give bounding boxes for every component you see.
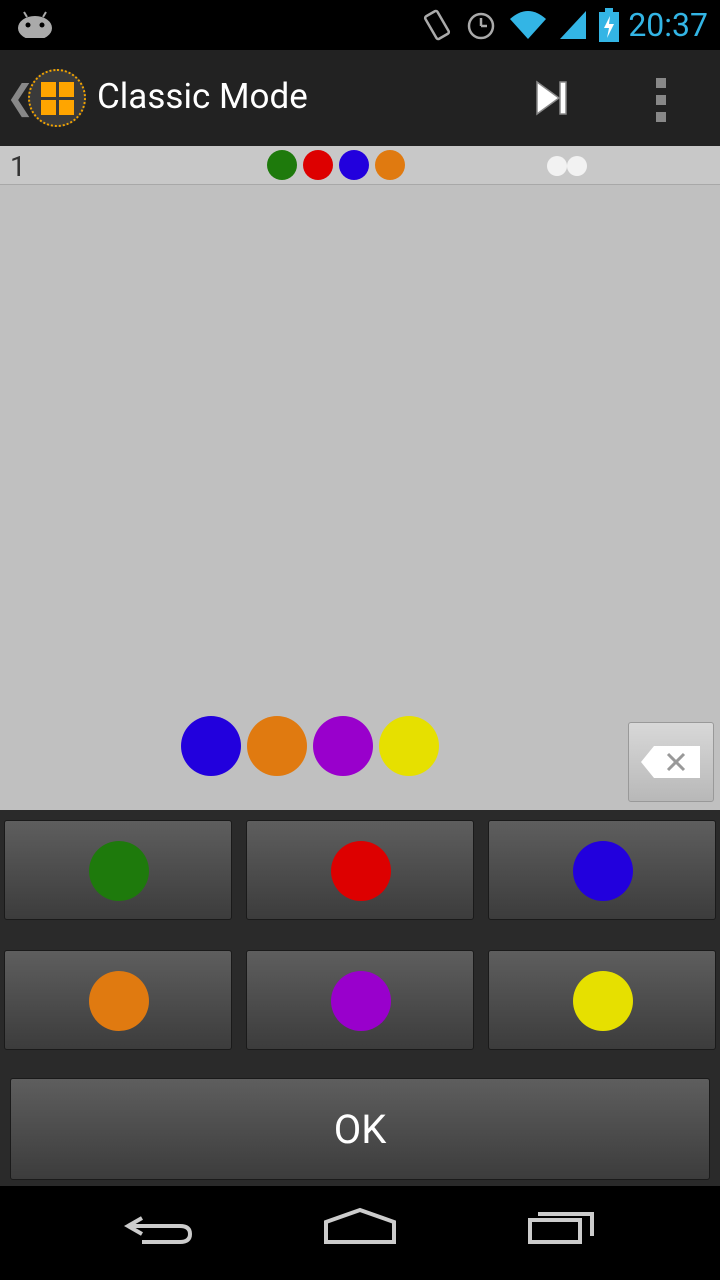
color-button-blue[interactable]	[488, 820, 716, 920]
back-icon[interactable]	[124, 1206, 196, 1256]
color-button-orange[interactable]	[4, 950, 232, 1050]
wifi-icon	[510, 11, 546, 39]
blue-peg-icon	[573, 841, 633, 901]
action-bar: ❮ Classic Mode	[0, 50, 720, 148]
battery-charging-icon	[599, 8, 619, 42]
backspace-icon	[641, 746, 700, 778]
status-bar: 20:37	[0, 0, 720, 50]
green-peg-icon	[89, 841, 149, 901]
status-icons	[420, 8, 620, 42]
guess-peg	[339, 150, 369, 180]
orange-peg-icon	[89, 971, 149, 1031]
feedback-peg-white	[547, 156, 567, 176]
skip-next-icon[interactable]	[533, 80, 569, 116]
color-button-yellow[interactable]	[488, 950, 716, 1050]
backspace-button[interactable]	[628, 722, 714, 802]
current-guess-peg[interactable]	[181, 716, 241, 776]
guess-peg	[267, 150, 297, 180]
color-button-green[interactable]	[4, 820, 232, 920]
color-picker-panel: OK	[0, 810, 720, 1186]
android-notification-icon	[18, 11, 52, 38]
recent-apps-icon[interactable]	[526, 1206, 598, 1256]
guess-peg	[303, 150, 333, 180]
history-row: 1	[0, 146, 720, 185]
app-logo-icon[interactable]	[28, 69, 86, 127]
current-guess-peg[interactable]	[247, 716, 307, 776]
alarm-icon	[467, 12, 495, 40]
current-guess-peg[interactable]	[379, 716, 439, 776]
purple-peg-icon	[331, 971, 391, 1031]
home-icon[interactable]	[322, 1206, 398, 1256]
guess-peg	[375, 150, 405, 180]
signal-icon	[560, 11, 586, 39]
vibrate-icon	[423, 9, 451, 41]
clock: 20:37	[628, 6, 708, 44]
page-title: Classic Mode	[97, 76, 308, 117]
system-nav-bar	[0, 1186, 720, 1280]
game-board: 1	[0, 146, 720, 810]
color-button-red[interactable]	[246, 820, 474, 920]
ok-button[interactable]: OK	[10, 1078, 710, 1180]
yellow-peg-icon	[573, 971, 633, 1031]
feedback-peg-white	[567, 156, 587, 176]
current-guess-peg[interactable]	[313, 716, 373, 776]
overflow-menu-icon[interactable]	[654, 78, 668, 122]
red-peg-icon	[331, 841, 391, 901]
color-button-purple[interactable]	[246, 950, 474, 1050]
row-number: 1	[10, 150, 26, 183]
